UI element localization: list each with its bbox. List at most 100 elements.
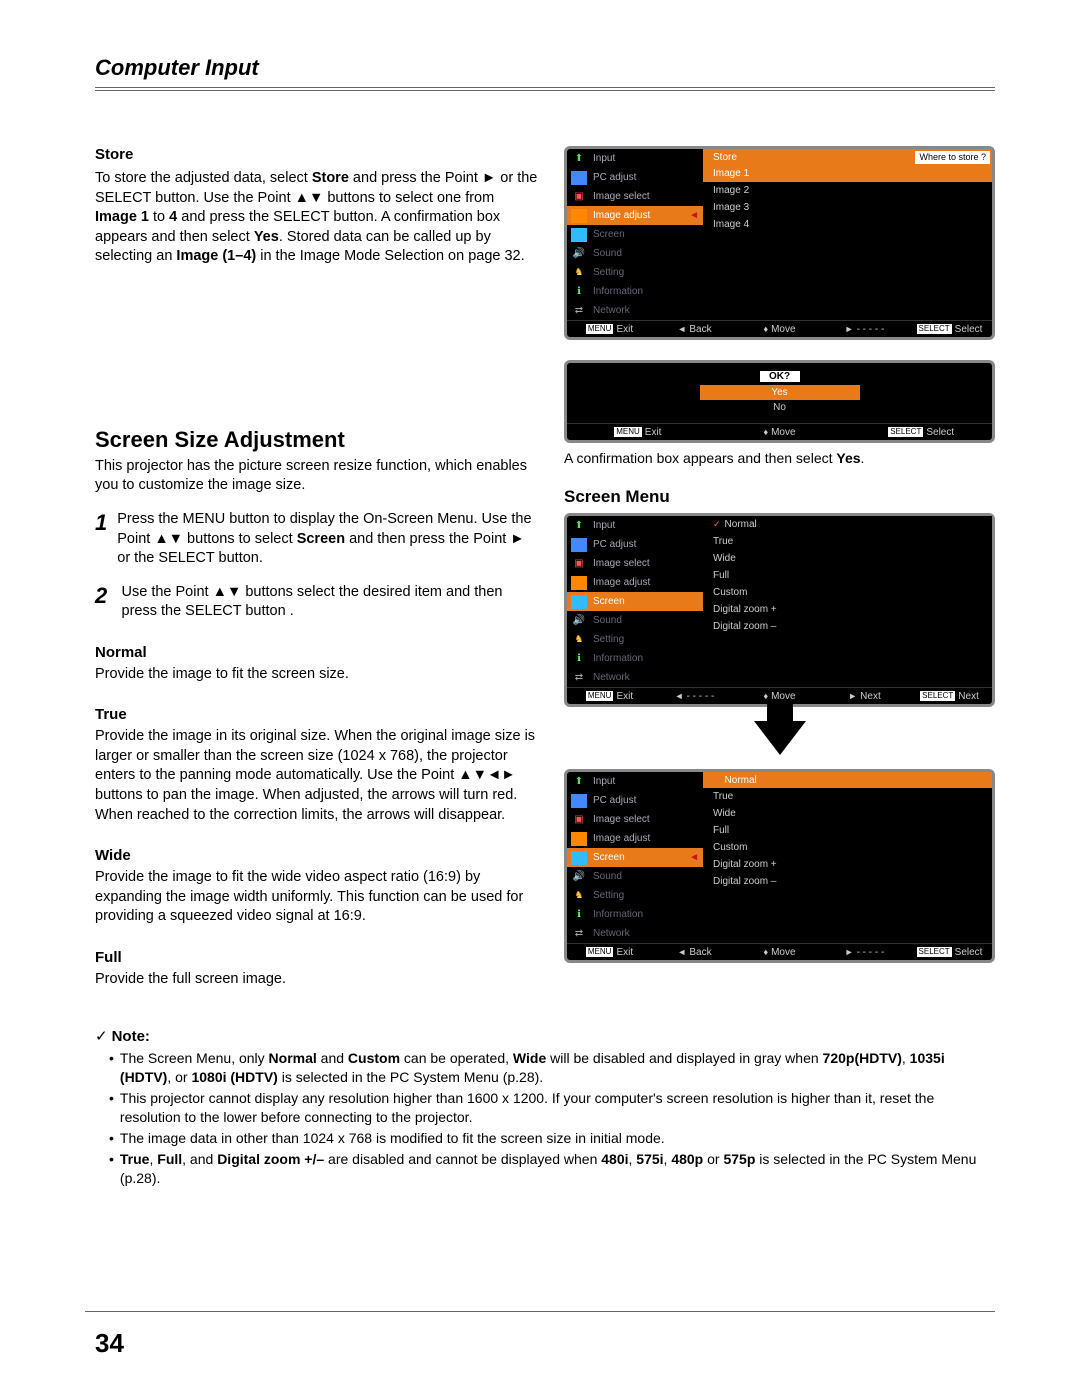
bold: 575i [636, 1151, 663, 1167]
osd-left-item[interactable]: ♞ Setting [567, 886, 703, 905]
osd-footer: MENUExit ◄Back ♦Move ►- - - - - SELECTSe… [567, 320, 992, 337]
osd-left-item[interactable]: ▣Image select [567, 554, 703, 573]
osd-item-label: Image 3 [713, 202, 749, 213]
osd-item-label: Setting [593, 267, 624, 278]
text: will be disabled and displayed in gray w… [546, 1050, 822, 1066]
osd-item-label: Digital zoom – [713, 621, 776, 632]
osd-right-item[interactable]: Custom [703, 839, 992, 856]
mode-text: Provide the image to fit the screen size… [95, 665, 540, 685]
osd-left-item[interactable]: PC adjust [567, 168, 703, 187]
note-item: This projector cannot display any resolu… [95, 1089, 995, 1127]
mode-title: Full [95, 949, 540, 966]
osd-left-item[interactable]: Image adjust [567, 573, 703, 592]
osd-left-item[interactable]: ⬆Input [567, 516, 703, 535]
osd-item-label: Digital zoom + [713, 859, 777, 870]
note-item: True, Full, and Digital zoom +/– are dis… [95, 1150, 995, 1188]
label: Move [771, 427, 795, 438]
confirm-no[interactable]: No [700, 400, 860, 415]
osd-right-item[interactable]: True [703, 788, 992, 805]
osd-left-item[interactable]: ℹInformation [567, 282, 703, 301]
osd-right-item[interactable]: ✓Normal [703, 772, 992, 788]
osd-left-item[interactable]: Image adjust◄ [567, 206, 703, 225]
mode-text: Provide the image in its original size. … [95, 727, 540, 825]
ico-setting-icon: ♞ [571, 889, 587, 903]
ico-network-icon: ⇄ [571, 927, 587, 941]
label: Select [926, 427, 954, 438]
osd-right-item[interactable]: True [703, 533, 992, 550]
osd-right-item[interactable]: Wide [703, 805, 992, 822]
osd-item-label: Image adjust [593, 833, 650, 844]
osd-left-item[interactable]: ♞ Setting [567, 630, 703, 649]
ico-setting-icon: ♞ [571, 633, 587, 647]
osd-right-item[interactable]: Full [703, 822, 992, 839]
osd-left-item[interactable]: Screen [567, 225, 703, 244]
mode-title: True [95, 706, 540, 723]
left-arrow-icon: ◄ [677, 947, 686, 957]
osd-left-item[interactable]: PC adjust [567, 791, 703, 810]
osd-right-item[interactable]: Image 3 [703, 199, 992, 216]
osd-right-item[interactable]: Image 2 [703, 182, 992, 199]
osd-left-item[interactable]: 🔊Sound [567, 244, 703, 263]
osd-left-item[interactable]: PC adjust [567, 535, 703, 554]
osd-left-item[interactable]: ⬆Input [567, 772, 703, 791]
osd-left-item[interactable]: 🔊Sound [567, 867, 703, 886]
osd-item-label: Network [593, 928, 630, 939]
osd-left-item[interactable]: ℹInformation [567, 649, 703, 668]
osd-item-label: Information [593, 909, 643, 920]
osd-item-label: Setting [593, 634, 624, 645]
osd-left-item[interactable]: ♞Setting [567, 263, 703, 282]
text: To store the adjusted data, select [95, 170, 312, 186]
ico-imgsel-icon: ▣ [571, 813, 587, 827]
updown-arrow-icon: ♦ [763, 691, 768, 701]
osd-left-item[interactable]: Screen◄ [567, 848, 703, 867]
right-column: ⬆InputPC adjust▣Image selectImage adjust… [564, 146, 995, 989]
osd-left-item[interactable]: ℹ Information [567, 905, 703, 924]
osd-right-item[interactable]: Digital zoom – [703, 618, 992, 635]
osd-right-item[interactable]: Full [703, 567, 992, 584]
ico-sound-icon: 🔊 [571, 614, 587, 628]
osd-left-item[interactable]: ⬆Input [567, 149, 703, 168]
select-badge: SELECT [888, 427, 923, 437]
ico-sound-icon: 🔊 [571, 247, 587, 261]
osd-right-item[interactable]: Wide [703, 550, 992, 567]
osd-right-item[interactable]: Digital zoom + [703, 601, 992, 618]
bold: Image 1 [95, 209, 149, 225]
label: Back [689, 947, 711, 958]
osd-item-label: True [713, 536, 733, 547]
osd-item-label: Setting [593, 890, 624, 901]
osd-item-label: PC adjust [593, 795, 636, 806]
bold: 720p(HDTV) [823, 1050, 902, 1066]
mode-text: Provide the image to fit the wide video … [95, 868, 540, 927]
confirm-yes[interactable]: Yes [700, 385, 860, 400]
osd-left-item[interactable]: ⇄Network [567, 301, 703, 320]
osd-left-item[interactable]: ⇄Network [567, 668, 703, 687]
osd-left-item[interactable]: Image adjust [567, 829, 703, 848]
osd-left-item[interactable]: 🔊Sound [567, 611, 703, 630]
menu-badge: MENU [586, 947, 614, 957]
osd-store-menu: ⬆InputPC adjust▣Image selectImage adjust… [564, 146, 995, 340]
osd-right-item[interactable]: Digital zoom + [703, 856, 992, 873]
osd-right-item[interactable]: Image 4 [703, 216, 992, 233]
osd-item-label: Network [593, 672, 630, 683]
text: Use the Point ▲▼ buttons select the desi… [122, 584, 503, 620]
osd-left-item[interactable]: ▣Image select [567, 187, 703, 206]
ico-info-icon: ℹ [571, 908, 587, 922]
osd-right-item[interactable]: Digital zoom – [703, 873, 992, 890]
note-text: The Screen Menu, only Normal and Custom … [120, 1049, 995, 1087]
ico-imgadj-icon [571, 209, 587, 223]
confirmation-dialog: OK? Yes No MENUExit ♦Move SELECTSelect [564, 360, 995, 443]
osd-left-item[interactable]: Screen► [567, 592, 703, 611]
osd-left-item[interactable]: ▣Image select [567, 810, 703, 829]
osd-screen-menu-1: ⬆InputPC adjust▣Image selectImage adjust… [564, 513, 995, 707]
store-heading: Store [95, 146, 540, 163]
mode-true: True Provide the image in its original s… [95, 706, 540, 825]
bold: Image (1–4) [176, 248, 256, 264]
osd-right-item[interactable]: ✓Normal [703, 516, 992, 533]
osd-right-item[interactable]: Custom [703, 584, 992, 601]
bold: 575p [723, 1151, 755, 1167]
osd-left-item[interactable]: ⇄ Network [567, 924, 703, 943]
osd-item-label: Image 2 [713, 185, 749, 196]
confirm-footer: MENUExit ♦Move SELECTSelect [567, 423, 992, 440]
osd-right-item[interactable]: Image 1 [703, 165, 992, 182]
right-arrow-icon: ► [848, 691, 857, 701]
